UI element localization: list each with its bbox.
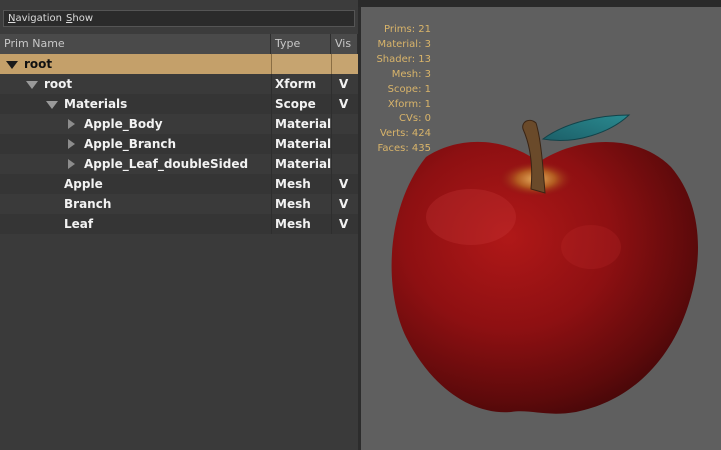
- prim-vis-cell[interactable]: V: [331, 174, 358, 194]
- prim-type-cell: Mesh: [271, 194, 331, 214]
- stat-prims: Prims: 21: [384, 24, 431, 35]
- prim-type-cell: Scope: [271, 94, 331, 114]
- tree-row-apple-mesh[interactable]: Apple Mesh V: [0, 174, 358, 194]
- prim-name-label: Apple_Branch: [84, 137, 177, 151]
- triangle-right-icon[interactable]: [68, 139, 75, 149]
- tree-row-apple-body-material[interactable]: Apple_Body Material: [0, 114, 358, 134]
- column-header-prim-name[interactable]: Prim Name: [0, 34, 271, 54]
- stat-faces: Faces: 435: [377, 143, 431, 155]
- prim-name-cell: Apple_Leaf_doubleSided: [0, 154, 271, 174]
- prim-vis-cell[interactable]: V: [331, 94, 358, 114]
- prim-vis-cell[interactable]: [331, 134, 358, 154]
- stat-scope: Scope: 1: [387, 83, 431, 95]
- prim-vis-cell[interactable]: V: [331, 214, 358, 234]
- prim-vis-cell[interactable]: V: [331, 74, 358, 94]
- tree-row-apple-leaf-material[interactable]: Apple_Leaf_doubleSided Material: [0, 154, 358, 174]
- prim-type-cell: Material: [271, 154, 331, 174]
- tree-row-materials[interactable]: Materials Scope V: [0, 94, 358, 114]
- prim-vis-cell[interactable]: [331, 154, 358, 174]
- triangle-down-icon[interactable]: [46, 101, 58, 109]
- triangle-right-icon[interactable]: [68, 119, 75, 129]
- triangle-right-icon[interactable]: [68, 159, 75, 169]
- prim-vis-cell[interactable]: [331, 114, 358, 134]
- prim-browser-panel: Navigation Show Prim Name Type Vis root …: [0, 0, 358, 450]
- prim-type-cell: [271, 54, 331, 74]
- prim-name-label: root: [24, 57, 53, 71]
- stat-xform: Xform: 1: [387, 98, 431, 110]
- column-header-type[interactable]: Type: [271, 34, 331, 54]
- prim-name-cell: Leaf: [0, 214, 271, 234]
- prim-type-cell: Mesh: [271, 174, 331, 194]
- menu-show[interactable]: Show: [66, 11, 93, 26]
- prim-type-cell: Xform: [271, 74, 331, 94]
- tree-row-leaf-mesh[interactable]: Leaf Mesh V: [0, 214, 358, 234]
- prim-name-cell: Apple_Body: [0, 114, 271, 134]
- prim-name-cell: Apple_Branch: [0, 134, 271, 154]
- prim-name-label: Branch: [64, 197, 112, 211]
- apple-specular: [426, 189, 516, 245]
- prim-tree[interactable]: Prim Name Type Vis root root Xform V Mat…: [0, 34, 358, 450]
- stat-mesh: Mesh: 3: [391, 68, 431, 80]
- tree-row-root-stage[interactable]: root: [0, 54, 358, 74]
- prim-name-label: root: [44, 77, 73, 91]
- prim-name-label: Leaf: [64, 217, 94, 231]
- tree-row-apple-branch-material[interactable]: Apple_Branch Material: [0, 134, 358, 154]
- prim-vis-cell[interactable]: V: [331, 194, 358, 214]
- triangle-down-icon[interactable]: [26, 81, 38, 89]
- apple-leaf-shape: [541, 114, 631, 141]
- prim-type-cell: Mesh: [271, 214, 331, 234]
- prim-name-cell: root: [0, 54, 271, 74]
- tree-row-branch-mesh[interactable]: Branch Mesh V: [0, 194, 358, 214]
- triangle-down-icon[interactable]: [6, 61, 18, 69]
- prim-name-label: Materials: [64, 97, 128, 111]
- stat-shader: Shader: 13: [376, 53, 431, 65]
- browser-menubar: Navigation Show: [3, 10, 355, 27]
- tree-row-root-xform[interactable]: root Xform V: [0, 74, 358, 94]
- menu-navigation[interactable]: Navigation: [8, 11, 62, 26]
- prim-name-label: Apple_Body: [84, 117, 163, 131]
- prim-name-cell: Apple: [0, 174, 271, 194]
- prim-type-cell: Material: [271, 114, 331, 134]
- prim-name-cell: root: [0, 74, 271, 94]
- prim-name-label: Apple: [64, 177, 103, 191]
- apple-specular-small: [561, 225, 621, 269]
- prim-type-cell: Material: [271, 134, 331, 154]
- stat-material: Material: 3: [377, 38, 431, 50]
- stat-cvs: CVs: 0: [399, 113, 431, 125]
- stat-verts: Verts: 424: [379, 128, 431, 140]
- column-header-vis[interactable]: Vis: [331, 34, 358, 54]
- prim-name-cell: Materials: [0, 94, 271, 114]
- prim-name-cell: Branch: [0, 194, 271, 214]
- 3d-viewport[interactable]: Prims: 21 Material: 3 Shader: 13 Mesh: 3…: [361, 7, 721, 450]
- prim-vis-cell[interactable]: [331, 54, 358, 74]
- prim-name-label: Apple_Leaf_doubleSided: [84, 157, 249, 171]
- scene-stats-overlay: Prims: 21 Material: 3 Shader: 13 Mesh: 3…: [361, 23, 431, 157]
